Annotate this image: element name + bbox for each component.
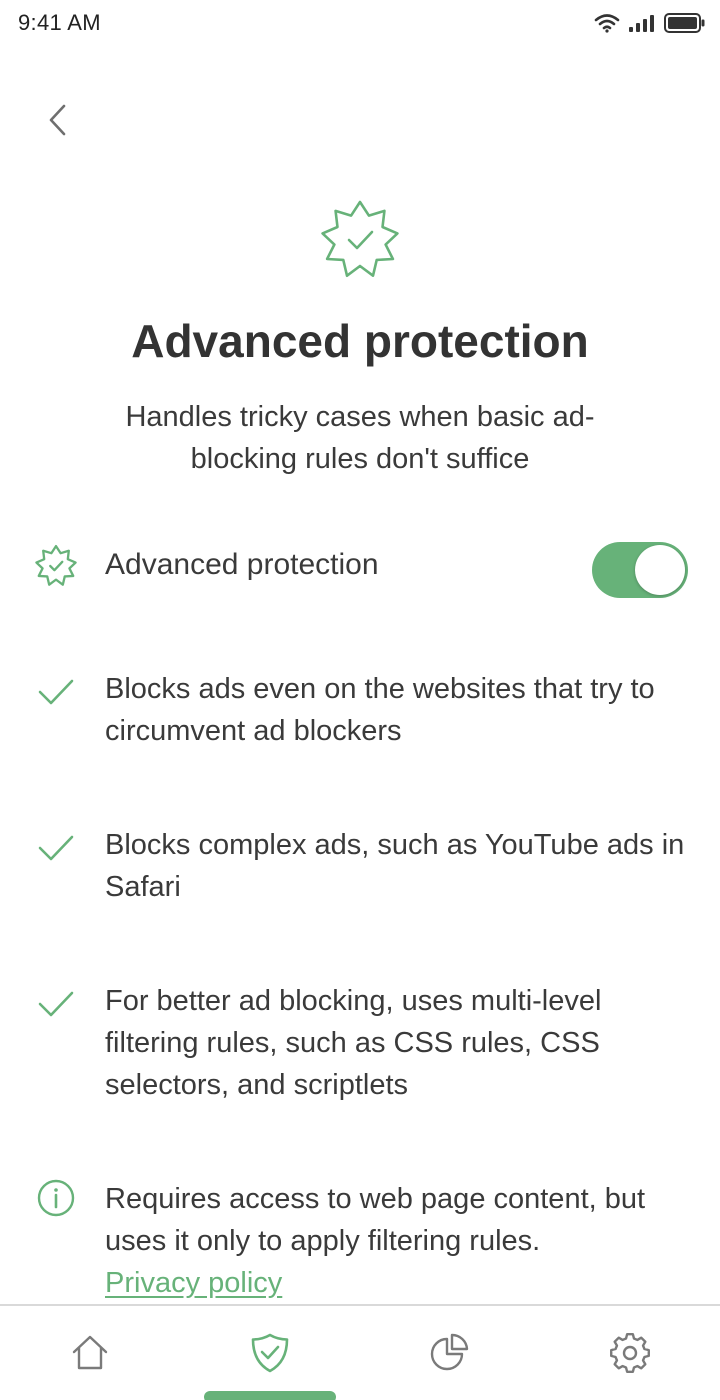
status-time: 9:41 AM <box>18 10 101 35</box>
home-indicator <box>204 1391 336 1400</box>
page-title: Advanced protection <box>131 315 589 367</box>
checkmark-icon <box>38 835 74 861</box>
pie-chart-icon <box>430 1333 469 1371</box>
info-icon <box>37 1179 75 1217</box>
gear-icon <box>610 1333 650 1373</box>
wifi-icon <box>594 14 620 33</box>
starburst-check-icon <box>318 198 402 282</box>
page-subtitle: Handles tricky cases when basic ad-block… <box>125 401 595 475</box>
checkmark-icon <box>38 679 74 705</box>
shield-check-icon <box>251 1333 289 1373</box>
tab-statistics[interactable] <box>425 1328 475 1378</box>
status-bar: 9:41 AM <box>0 0 720 48</box>
cellular-signal-icon <box>629 15 654 32</box>
status-icons <box>594 12 706 34</box>
feature-text: Blocks complex ads, such as YouTube ads … <box>105 829 685 903</box>
tab-protection[interactable] <box>245 1328 295 1378</box>
tab-bar <box>0 1304 720 1400</box>
toggle-knob <box>635 545 685 595</box>
privacy-policy-link[interactable]: Privacy policy <box>105 1267 282 1299</box>
info-description: Requires access to web page content, but… <box>105 1183 646 1257</box>
starburst-check-icon <box>34 544 78 588</box>
info-text: Requires access to web page content, but… <box>105 1178 685 1304</box>
feature-text: Blocks ads even on the websites that try… <box>105 673 655 747</box>
battery-icon <box>664 13 705 33</box>
advanced-protection-toggle[interactable] <box>592 542 688 598</box>
feature-text: For better ad blocking, uses multi-level… <box>105 985 602 1101</box>
tab-settings[interactable] <box>605 1328 655 1378</box>
tab-home[interactable] <box>65 1328 115 1378</box>
chevron-left-icon <box>49 104 66 136</box>
checkmark-icon <box>38 991 74 1017</box>
advanced-protection-row: Advanced protection <box>0 532 720 602</box>
home-icon <box>72 1335 108 1370</box>
advanced-protection-label: Advanced protection <box>105 548 379 581</box>
back-button[interactable] <box>36 96 80 144</box>
